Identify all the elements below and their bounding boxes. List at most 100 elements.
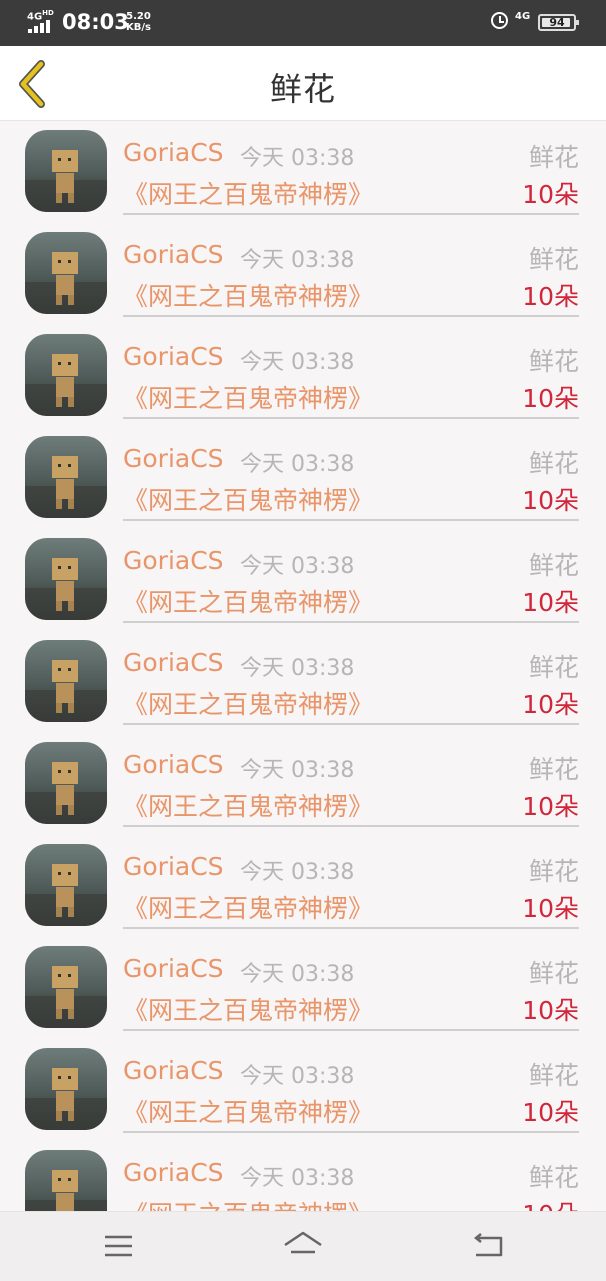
alarm-icon [491, 12, 508, 29]
divider [123, 1131, 579, 1133]
divider [123, 213, 579, 215]
avatar[interactable] [25, 1150, 107, 1211]
book-title[interactable]: 《网王之百鬼帝神楞》 [123, 1195, 373, 1211]
home-button[interactable] [283, 1230, 323, 1264]
timestamp: 今天 03:38 [240, 860, 355, 885]
username[interactable]: GoriaCS [123, 852, 224, 881]
timestamp: 今天 03:38 [240, 656, 355, 681]
book-title[interactable]: 《网王之百鬼帝神楞》 [123, 481, 373, 517]
book-title[interactable]: 《网王之百鬼帝神楞》 [123, 685, 373, 721]
username[interactable]: GoriaCS [123, 1056, 224, 1085]
book-title[interactable]: 《网王之百鬼帝神楞》 [123, 175, 373, 211]
username[interactable]: GoriaCS [123, 750, 224, 779]
gift-type: 鲜花 [528, 143, 579, 172]
status-time: 08:03 [62, 10, 129, 34]
flower-count: 10朵 [522, 180, 579, 209]
system-back-button[interactable] [468, 1230, 508, 1264]
avatar-image [25, 742, 107, 824]
list-item[interactable]: GoriaCS 今天 03:38 鲜花 《网王之百鬼帝神楞》 10朵 [0, 529, 606, 631]
avatar-image [25, 844, 107, 926]
avatar[interactable] [25, 232, 107, 314]
avatar-image [25, 946, 107, 1028]
flower-count: 10朵 [522, 486, 579, 515]
list-item[interactable]: GoriaCS 今天 03:38 鲜花 《网王之百鬼帝神楞》 10朵 [0, 1039, 606, 1141]
signal-icon [28, 20, 54, 33]
gift-type: 鲜花 [528, 1163, 579, 1192]
avatar[interactable] [25, 130, 107, 212]
gift-type: 鲜花 [528, 551, 579, 580]
avatar-image [25, 1048, 107, 1130]
avatar-image [25, 1150, 107, 1211]
avatar-image [25, 334, 107, 416]
avatar[interactable] [25, 538, 107, 620]
timestamp: 今天 03:38 [240, 350, 355, 375]
book-title[interactable]: 《网王之百鬼帝神楞》 [123, 889, 373, 925]
divider [123, 927, 579, 929]
network-speed: 5.20 KB/s [126, 11, 151, 33]
flower-count: 10朵 [522, 996, 579, 1025]
timestamp: 今天 03:38 [240, 962, 355, 987]
avatar[interactable] [25, 334, 107, 416]
avatar[interactable] [25, 436, 107, 518]
timestamp: 今天 03:38 [240, 452, 355, 477]
list-item[interactable]: GoriaCS 今天 03:38 鲜花 《网王之百鬼帝神楞》 10朵 [0, 631, 606, 733]
list-item[interactable]: GoriaCS 今天 03:38 鲜花 《网王之百鬼帝神楞》 10朵 [0, 937, 606, 1039]
system-nav-bar [0, 1211, 606, 1281]
home-icon [284, 1231, 322, 1254]
book-title[interactable]: 《网王之百鬼帝神楞》 [123, 583, 373, 619]
divider [123, 315, 579, 317]
book-title[interactable]: 《网王之百鬼帝神楞》 [123, 379, 373, 415]
gift-type: 鲜花 [528, 755, 579, 784]
flower-count: 10朵 [522, 792, 579, 821]
flower-list[interactable]: GoriaCS 今天 03:38 鲜花 《网王之百鬼帝神楞》 10朵 Goria… [0, 121, 606, 1211]
username[interactable]: GoriaCS [123, 240, 224, 269]
list-item[interactable]: GoriaCS 今天 03:38 鲜花 《网王之百鬼帝神楞》 10朵 [0, 427, 606, 529]
username[interactable]: GoriaCS [123, 444, 224, 473]
mobile-data-indicator: 4G [515, 11, 531, 22]
book-title[interactable]: 《网王之百鬼帝神楞》 [123, 787, 373, 823]
timestamp: 今天 03:38 [240, 1166, 355, 1191]
avatar[interactable] [25, 1048, 107, 1130]
divider [123, 1029, 579, 1031]
flower-count: 10朵 [522, 384, 579, 413]
divider [123, 825, 579, 827]
list-item[interactable]: GoriaCS 今天 03:38 鲜花 《网王之百鬼帝神楞》 10朵 [0, 121, 606, 223]
gift-type: 鲜花 [528, 245, 579, 274]
list-item[interactable]: GoriaCS 今天 03:38 鲜花 《网王之百鬼帝神楞》 10朵 [0, 1141, 606, 1211]
username[interactable]: GoriaCS [123, 342, 224, 371]
list-item[interactable]: GoriaCS 今天 03:38 鲜花 《网王之百鬼帝神楞》 10朵 [0, 325, 606, 427]
divider [123, 723, 579, 725]
avatar-image [25, 436, 107, 518]
username[interactable]: GoriaCS [123, 1158, 224, 1187]
avatar[interactable] [25, 946, 107, 1028]
book-title[interactable]: 《网王之百鬼帝神楞》 [123, 991, 373, 1027]
gift-type: 鲜花 [528, 959, 579, 988]
avatar-image [25, 232, 107, 314]
page-title: 鲜花 [269, 70, 336, 108]
avatar[interactable] [25, 844, 107, 926]
timestamp: 今天 03:38 [240, 1064, 355, 1089]
username[interactable]: GoriaCS [123, 546, 224, 575]
book-title[interactable]: 《网王之百鬼帝神楞》 [123, 277, 373, 313]
timestamp: 今天 03:38 [240, 248, 355, 273]
list-item[interactable]: GoriaCS 今天 03:38 鲜花 《网王之百鬼帝神楞》 10朵 [0, 733, 606, 835]
avatar[interactable] [25, 640, 107, 722]
username[interactable]: GoriaCS [123, 138, 224, 167]
username[interactable]: GoriaCS [123, 648, 224, 677]
gift-type: 鲜花 [528, 653, 579, 682]
book-title[interactable]: 《网王之百鬼帝神楞》 [123, 1093, 373, 1129]
list-item[interactable]: GoriaCS 今天 03:38 鲜花 《网王之百鬼帝神楞》 10朵 [0, 835, 606, 937]
avatar[interactable] [25, 742, 107, 824]
avatar-image [25, 538, 107, 620]
battery-icon: 94 [538, 14, 579, 31]
flower-count: 10朵 [522, 588, 579, 617]
username[interactable]: GoriaCS [123, 954, 224, 983]
menu-button[interactable] [99, 1230, 139, 1264]
back-icon [473, 1233, 503, 1257]
flower-count: 10朵 [522, 1098, 579, 1127]
menu-icon [105, 1235, 132, 1257]
timestamp: 今天 03:38 [240, 146, 355, 171]
header-bar: 鲜花 [0, 46, 606, 121]
timestamp: 今天 03:38 [240, 758, 355, 783]
list-item[interactable]: GoriaCS 今天 03:38 鲜花 《网王之百鬼帝神楞》 10朵 [0, 223, 606, 325]
